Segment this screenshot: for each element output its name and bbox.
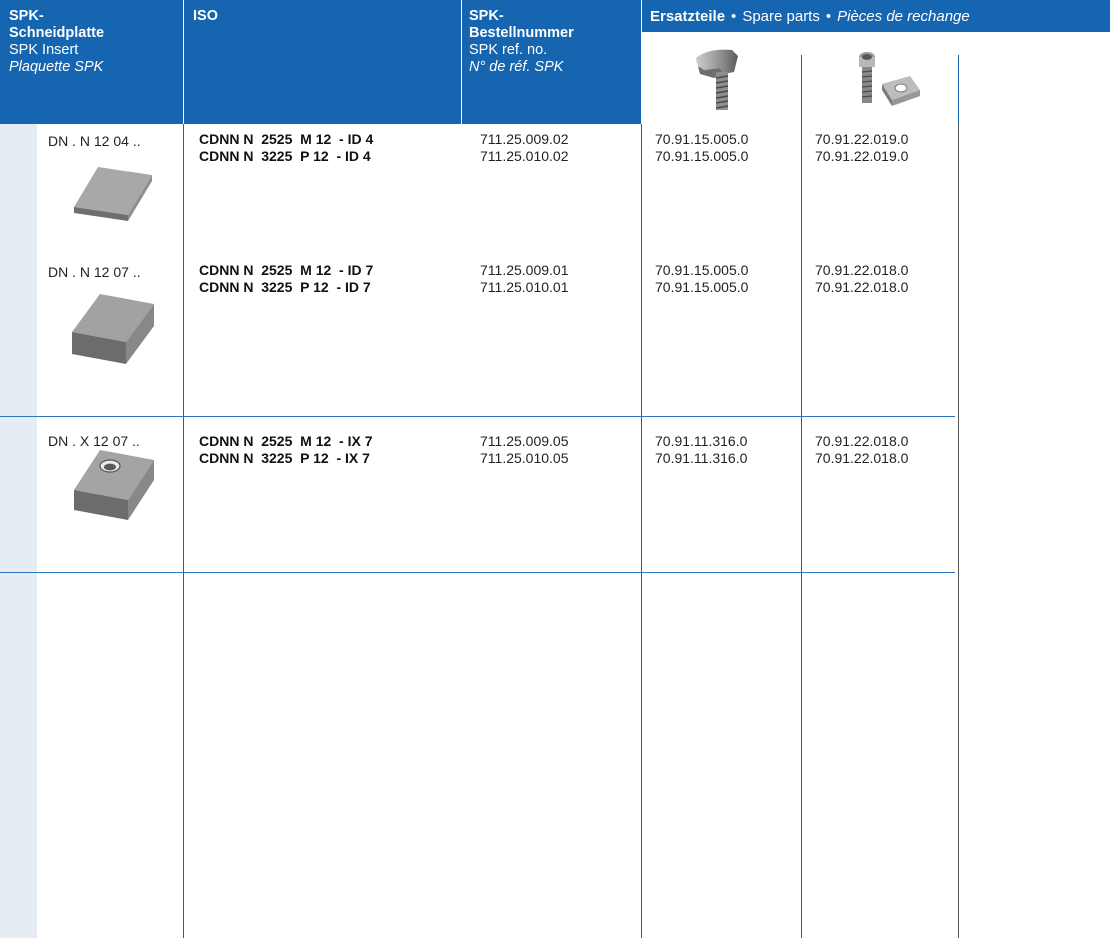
ref-number: 711.25.009.02 711.25.010.02: [480, 131, 569, 165]
spare-part-screw: 70.91.22.018.0 70.91.22.018.0: [815, 262, 908, 296]
table-header: SPK- Schneidplatte SPK Insert Plaquette …: [0, 0, 1110, 124]
spare-line: 70.91.11.316.0: [655, 450, 748, 466]
header-insert-en: SPK Insert: [9, 42, 79, 58]
spare-line: 70.91.22.018.0: [815, 433, 909, 449]
header-ref-en: SPK ref. no.: [469, 42, 548, 58]
ref-line: 711.25.009.05: [480, 433, 569, 449]
spare-line: 70.91.22.018.0: [815, 262, 909, 278]
spare-parts-en: Spare parts: [742, 8, 820, 25]
header-insert-de-1: SPK-: [9, 8, 44, 24]
ref-line: 711.25.009.01: [480, 262, 569, 278]
iso-line: CDNN N 2525 M 12 - IX 7: [199, 433, 373, 449]
header-divider: [183, 0, 184, 124]
header-iso-column: ISO: [193, 8, 218, 25]
iso-designation: CDNN N 2525 M 12 - ID 7 CDNN N 3225 P 12 …: [199, 262, 373, 296]
spare-part-screw: 70.91.22.019.0 70.91.22.019.0: [815, 131, 908, 165]
iso-designation: CDNN N 2525 M 12 - IX 7 CDNN N 3225 P 12 …: [199, 433, 373, 467]
header-insert-de-2: Schneidplatte: [9, 25, 105, 41]
iso-line: CDNN N 3225 P 12 - ID 4: [199, 148, 371, 164]
ref-line: 711.25.010.02: [480, 148, 569, 164]
column-divider: [183, 124, 184, 938]
spare-line: 70.91.15.005.0: [655, 131, 749, 147]
row-separator: [0, 416, 955, 417]
header-spare-parts: Ersatzteile • Spare parts • Pièces de rechan…: [650, 8, 970, 25]
spare-line: 70.91.22.018.0: [815, 450, 909, 466]
spare-part-clamp: 70.91.15.005.0 70.91.15.005.0: [655, 262, 748, 296]
header-subdivider: [801, 55, 802, 124]
header-ref-de-1: SPK-: [469, 8, 504, 24]
iso-line: CDNN N 2525 M 12 - ID 4: [199, 131, 374, 147]
separator-dot: •: [825, 8, 832, 25]
spare-line: 70.91.22.018.0: [815, 279, 909, 295]
spare-parts-de: Ersatzteile: [650, 8, 726, 25]
column-divider: [641, 124, 642, 938]
spare-part-clamp: 70.91.15.005.0 70.91.15.005.0: [655, 131, 748, 165]
left-band: [0, 124, 37, 938]
spare-line: 70.91.15.005.0: [655, 148, 749, 164]
header-iso-label: ISO: [193, 8, 218, 24]
iso-line: CDNN N 2525 M 12 - ID 7: [199, 262, 374, 278]
spare-part-screw: 70.91.22.018.0 70.91.22.018.0: [815, 433, 908, 467]
row-separator: [0, 572, 955, 573]
insert-code: DN . N 12 04 ..: [48, 133, 141, 149]
ref-line: 711.25.010.05: [480, 450, 569, 466]
iso-line: CDNN N 3225 P 12 - IX 7: [199, 450, 370, 466]
header-subdivider: [958, 55, 959, 124]
insert-code: DN . X 12 07 ..: [48, 433, 140, 449]
header-insert-fr: Plaquette SPK: [9, 59, 104, 75]
iso-line: CDNN N 3225 P 12 - ID 7: [199, 279, 371, 295]
header-ref-de-2: Bestellnummer: [469, 25, 574, 41]
spare-parts-fr: Pièces de rechange: [837, 8, 970, 25]
insert-code: DN . N 12 07 ..: [48, 264, 141, 280]
iso-designation: CDNN N 2525 M 12 - ID 4 CDNN N 3225 P 12 …: [199, 131, 373, 165]
ref-line: 711.25.009.02: [480, 131, 569, 147]
column-divider: [958, 124, 959, 938]
spare-line: 70.91.22.019.0: [815, 131, 909, 147]
insert-thin-icon: [74, 167, 152, 221]
header-insert-column: SPK- Schneidplatte SPK Insert Plaquette …: [9, 8, 104, 76]
clamp-icon: [696, 49, 738, 110]
insert-thick-icon: [72, 294, 154, 364]
ref-line: 711.25.010.01: [480, 279, 569, 295]
ref-number: 711.25.009.05 711.25.010.05: [480, 433, 569, 467]
header-ref-column: SPK- Bestellnummer SPK ref. no. N° de ré…: [469, 8, 574, 76]
spare-line: 70.91.15.005.0: [655, 279, 749, 295]
spare-line: 70.91.22.019.0: [815, 148, 909, 164]
separator-dot: •: [731, 8, 737, 25]
spare-line: 70.91.11.316.0: [655, 433, 748, 449]
header-divider: [461, 0, 462, 124]
spare-part-clamp: 70.91.11.316.0 70.91.11.316.0: [655, 433, 747, 467]
screw-and-shim-icon: [859, 52, 920, 106]
spare-line: 70.91.15.005.0: [655, 262, 749, 278]
column-divider: [801, 124, 802, 938]
header-ref-fr: N° de réf. SPK: [469, 59, 564, 75]
ref-number: 711.25.009.01 711.25.010.01: [480, 262, 569, 296]
insert-with-hole-icon: [74, 450, 154, 520]
